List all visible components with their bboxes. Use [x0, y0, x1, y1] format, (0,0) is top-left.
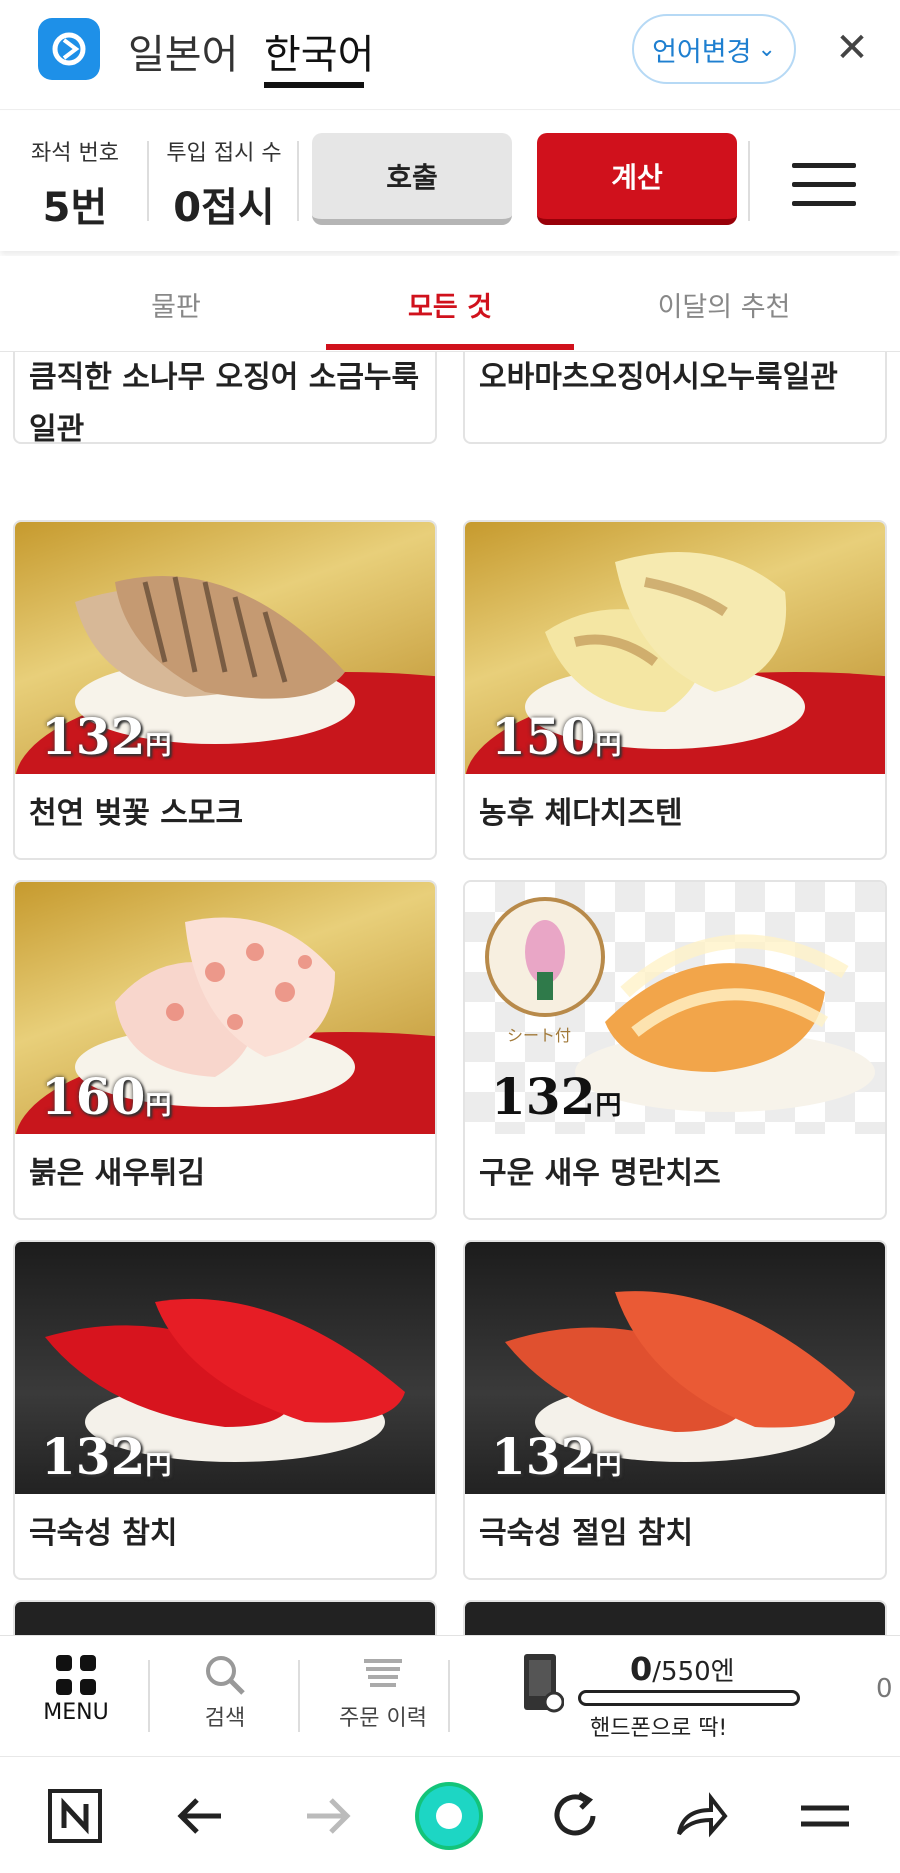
divider — [147, 141, 149, 221]
item-name: 큼직한 소나무 오징어 소금누룩 일관 — [29, 360, 420, 444]
item-name: 극숙성 절임 참치 — [479, 1516, 694, 1551]
naver-icon[interactable] — [40, 1781, 110, 1851]
divider — [298, 1660, 300, 1732]
divider — [748, 141, 750, 221]
item-price: 132円 — [491, 1067, 622, 1126]
edge-counter: 0 — [876, 1674, 893, 1704]
item-price: 132円 — [491, 1427, 622, 1486]
active-language-indicator — [264, 82, 364, 88]
menu-item-card[interactable]: 132円 천연 벚꽃 스모크 — [13, 520, 437, 860]
plate-count-label: 투입 접시 수 — [166, 141, 282, 166]
nav-search-label: 검색 — [204, 1706, 246, 1731]
home-circle-icon[interactable] — [412, 1769, 486, 1863]
active-tab-indicator — [326, 344, 574, 350]
item-price: 132円 — [41, 1427, 172, 1486]
phone-icon — [520, 1652, 565, 1714]
item-image: 132円 — [465, 1242, 885, 1494]
menu-item-card[interactable]: 160円 붉은 새우튀김 — [13, 880, 437, 1220]
plates-stack-icon — [318, 1650, 448, 1700]
menu-item-card[interactable] — [463, 1600, 887, 1635]
item-badge: シート付 — [507, 1026, 572, 1045]
item-price: 132円 — [41, 707, 172, 766]
divider — [448, 1660, 450, 1732]
points-progress-bar — [578, 1690, 800, 1706]
language-korean-tab[interactable]: 한국어 — [264, 22, 374, 80]
refresh-icon[interactable] — [540, 1781, 610, 1851]
item-image: 132円 — [15, 522, 435, 774]
divider — [148, 1660, 150, 1732]
item-name: 극숙성 참치 — [29, 1516, 178, 1551]
item-name: 오바마츠오징어시오누룩일관 — [479, 360, 838, 395]
share-icon[interactable] — [666, 1781, 736, 1851]
item-image: 132円 — [15, 1242, 435, 1494]
change-language-button[interactable]: 언어변경 ⌄ — [632, 14, 796, 84]
item-image: 150円 — [465, 522, 885, 774]
menu-item-card[interactable]: 오바마츠오징어시오누룩일관 — [463, 352, 887, 444]
item-name: 구운 새우 명란치즈 — [479, 1156, 721, 1191]
menu-grid: 큼직한 소나무 오징어 소금누룩 일관 오바마츠오징어시오누룩일관 132円 천… — [0, 352, 900, 1635]
menu-icon[interactable] — [790, 1781, 860, 1851]
menu-item-card[interactable]: 132円 극숙성 참치 — [13, 1240, 437, 1580]
chevron-down-icon: ⌄ — [757, 36, 776, 62]
item-name: 천연 벚꽃 스모크 — [29, 796, 244, 831]
seat-number-block: 좌석 번호 5번 — [20, 135, 130, 233]
menu-item-card[interactable]: 큼직한 소나무 오징어 소금누룩 일관 — [13, 352, 437, 444]
item-price: 160円 — [41, 1067, 172, 1126]
seat-status-bar: 좌석 번호 5번 투입 접시 수 0접시 호출 계산 — [0, 111, 900, 251]
nav-order-history-button[interactable]: 주문 이력 — [318, 1650, 448, 1732]
category-tabs: 물판 모든 것 이달의 추천 — [0, 256, 900, 352]
checkout-button[interactable]: 계산 — [537, 133, 737, 225]
points-caption: 핸드폰으로 딱! — [590, 1716, 728, 1741]
nav-search-button[interactable]: 검색 — [170, 1650, 280, 1732]
item-name: 농후 체다치즈텐 — [479, 796, 683, 831]
menu-item-card[interactable]: シート付 132円 구운 새우 명란치즈 — [463, 880, 887, 1220]
change-language-label: 언어변경 — [652, 36, 752, 68]
app-bottom-nav: MENU 검색 주문 이력 0/550엔 핸드폰으로 딱! 0 — [0, 1635, 900, 1755]
points-count: 0/550엔 — [630, 1650, 735, 1688]
nav-order-history-label: 주문 이력 — [339, 1706, 427, 1731]
menu-item-card[interactable]: 150円 농후 체다치즈텐 — [463, 520, 887, 860]
item-price: 150円 — [491, 707, 622, 766]
divider — [297, 141, 299, 221]
hamburger-menu-icon[interactable] — [792, 163, 856, 207]
item-image: シート付 132円 — [465, 882, 885, 1134]
forward-arrow-icon[interactable] — [292, 1781, 362, 1851]
nav-menu-label: MENU — [43, 1700, 109, 1725]
app-logo-icon — [38, 18, 100, 80]
language-japanese-tab[interactable]: 일본어 — [128, 22, 238, 80]
language-bar: 일본어 한국어 언어변경 ⌄ ✕ — [0, 0, 900, 110]
tab-merchandise[interactable]: 물판 — [26, 256, 326, 352]
nav-menu-button[interactable]: MENU — [28, 1650, 124, 1725]
item-name: 붉은 새우튀김 — [29, 1156, 206, 1191]
menu-item-card[interactable] — [13, 1600, 437, 1635]
tab-all[interactable]: 모든 것 — [300, 256, 600, 352]
tab-monthly-recommend[interactable]: 이달의 추천 — [574, 256, 874, 352]
back-arrow-icon[interactable] — [166, 1781, 236, 1851]
seat-number-value: 5번 — [42, 185, 108, 231]
item-image: 160円 — [15, 882, 435, 1134]
plate-count-value: 0접시 — [173, 185, 275, 231]
grid-icon — [28, 1650, 124, 1700]
plate-count-block: 투입 접시 수 0접시 — [160, 135, 288, 233]
menu-item-card[interactable]: 132円 극숙성 절임 참치 — [463, 1240, 887, 1580]
browser-toolbar — [0, 1756, 900, 1873]
close-icon[interactable]: ✕ — [830, 26, 874, 70]
search-icon — [170, 1650, 280, 1700]
seat-number-label: 좌석 번호 — [31, 141, 119, 166]
call-staff-button[interactable]: 호출 — [312, 133, 512, 225]
mobile-points-widget[interactable]: 0/550엔 핸드폰으로 딱! — [520, 1646, 820, 1746]
